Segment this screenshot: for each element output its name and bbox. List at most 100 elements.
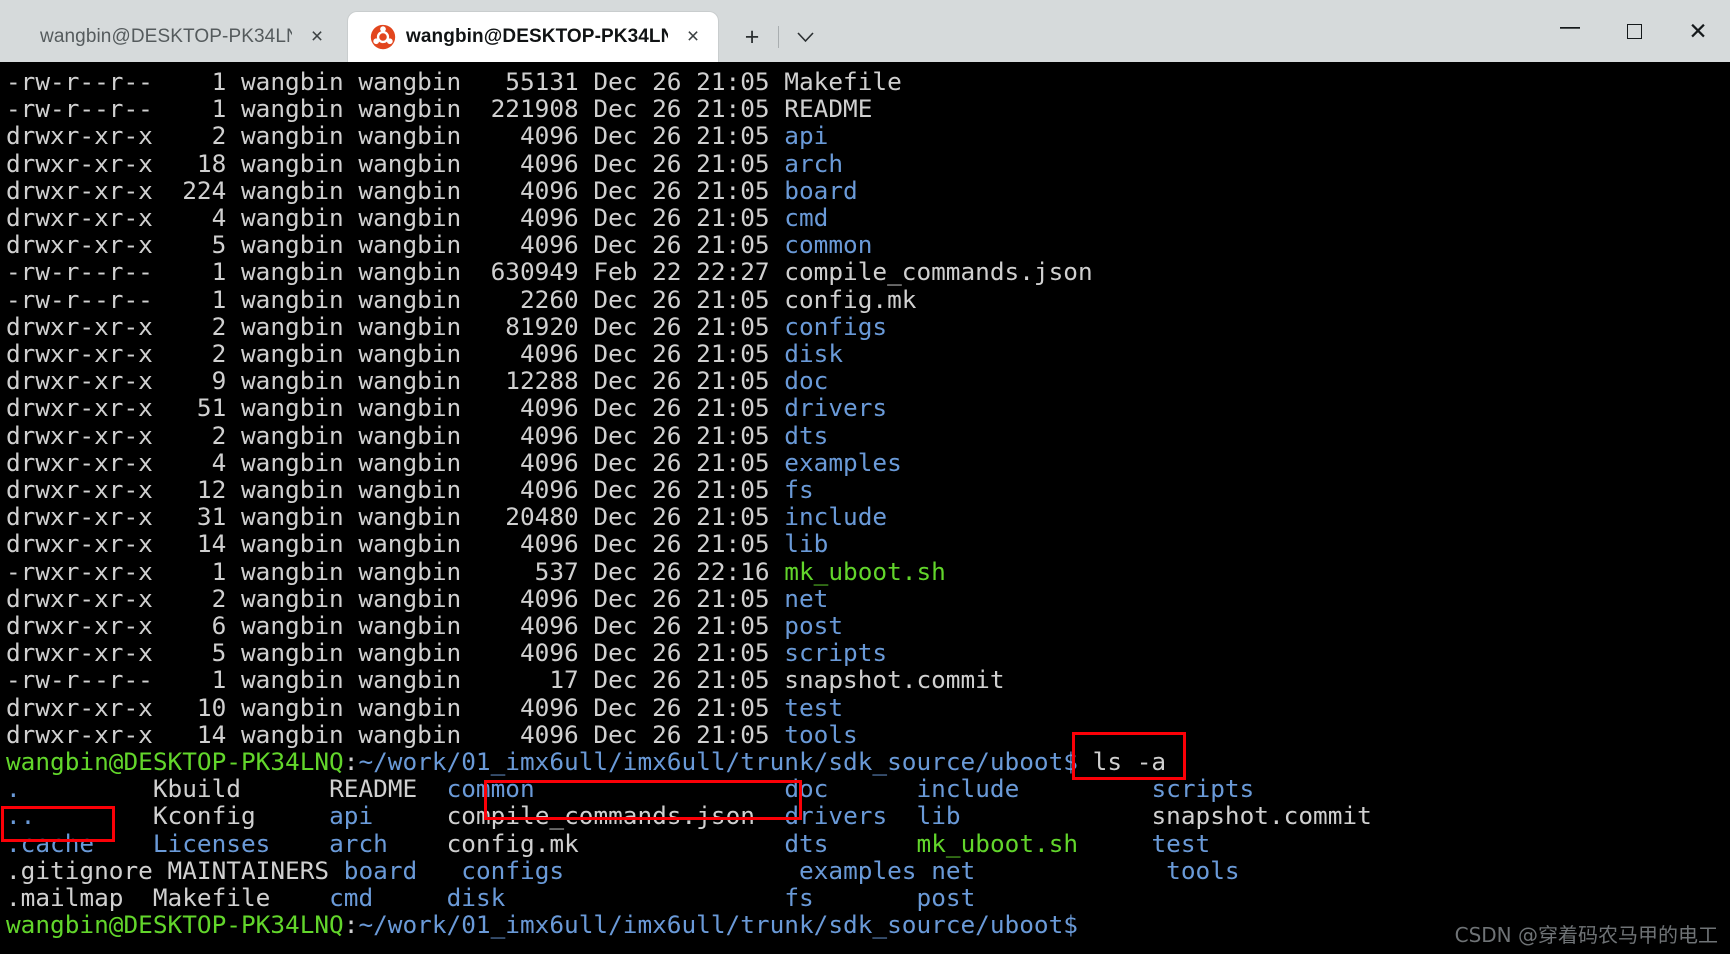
close-window-button[interactable]: ✕ [1666, 0, 1730, 62]
ls-grid-gap [975, 856, 1166, 885]
file-meta: drwxr-xr-x 10 wangbin wangbin 4096 Dec 2… [6, 692, 785, 722]
file-name: arch [784, 148, 844, 178]
file-name: drivers [784, 393, 888, 423]
ls-grid-item: Makefile [152, 883, 271, 913]
ls-grid-gap [417, 856, 461, 885]
file-name: test [784, 692, 844, 722]
ls-grid-row: .mailmap Makefile cmd disk fs post [6, 884, 1730, 911]
file-meta: drwxr-xr-x 12 wangbin wangbin 4096 Dec 2… [6, 475, 785, 505]
ls-grid-item: examples [799, 855, 917, 885]
file-listing-row: -rw-r--r-- 1 wangbin wangbin 221908 Dec … [6, 95, 1730, 122]
ls-grid-item: Kbuild [152, 774, 241, 804]
file-name: scripts [784, 638, 888, 668]
new-tab-button[interactable]: + [732, 17, 772, 57]
ls-grid-gap [975, 883, 1151, 912]
ls-grid-row: .cache Licenses arch config.mk dts mk_ub… [6, 830, 1730, 857]
file-name: disk [784, 339, 844, 369]
prompt-command: ls -a [1077, 747, 1167, 777]
tab-inactive-1[interactable]: wangbin@DESKTOP-PK34LNQ: ~, × [18, 12, 348, 62]
file-listing-row: drwxr-xr-x 14 wangbin wangbin 4096 Dec 2… [6, 530, 1730, 557]
file-name: board [784, 175, 858, 205]
file-meta: drwxr-xr-x 2 wangbin wangbin 4096 Dec 26… [6, 121, 785, 151]
ls-grid-item: doc [784, 774, 829, 804]
file-meta: drwxr-xr-x 5 wangbin wangbin 4096 Dec 26… [6, 638, 785, 668]
ls-grid-gap [417, 774, 446, 803]
ls-grid-item: arch [329, 828, 388, 858]
ls-grid-item: common [446, 774, 535, 804]
close-icon[interactable]: × [678, 22, 708, 52]
file-listing-row: drwxr-xr-x 31 wangbin wangbin 20480 Dec … [6, 503, 1730, 530]
ls-grid-gap [755, 801, 784, 830]
window-titlebar: wangbin@DESKTOP-PK34LNQ: ~, × wangbin@DE… [0, 0, 1730, 62]
minimize-button[interactable] [1538, 0, 1602, 62]
file-name: tools [784, 719, 858, 749]
ls-grid-gap [270, 829, 329, 858]
file-listing-row: drwxr-xr-x 6 wangbin wangbin 4096 Dec 26… [6, 612, 1730, 639]
ls-grid-item: disk [446, 883, 506, 913]
ls-grid-gap [373, 801, 446, 830]
ls-grid-gap [535, 774, 785, 803]
file-listing-row: drwxr-xr-x 2 wangbin wangbin 4096 Dec 26… [6, 340, 1730, 367]
file-listing-row: drwxr-xr-x 4 wangbin wangbin 4096 Dec 26… [6, 449, 1730, 476]
ls-grid-gap [1019, 774, 1151, 803]
maximize-icon [1626, 23, 1642, 39]
file-listing-row: drwxr-xr-x 4 wangbin wangbin 4096 Dec 26… [6, 204, 1730, 231]
file-name: api [784, 121, 829, 151]
file-meta: -rw-r--r-- 1 wangbin wangbin 2260 Dec 26… [6, 284, 785, 314]
terminal-output: -rw-r--r-- 1 wangbin wangbin 55131 Dec 2… [6, 68, 1730, 939]
ls-grid-gap [828, 774, 916, 803]
file-meta: drwxr-xr-x 14 wangbin wangbin 4096 Dec 2… [6, 719, 785, 749]
ls-grid-item: scripts [1151, 774, 1255, 804]
window-controls: ✕ [1538, 0, 1730, 62]
ls-grid-gap [828, 829, 916, 858]
shell-prompt-line: wangbin@DESKTOP-PK34LNQ:~/work/01_imx6ul… [6, 748, 1730, 775]
prompt-sigil: $ [1063, 747, 1078, 777]
file-listing-row: drwxr-xr-x 9 wangbin wangbin 12288 Dec 2… [6, 367, 1730, 394]
ls-grid-item: .. [6, 801, 36, 831]
file-listing-row: drwxr-xr-x 5 wangbin wangbin 4096 Dec 26… [6, 231, 1730, 258]
ls-grid-gap [564, 856, 799, 885]
chevron-down-icon[interactable] [785, 17, 825, 57]
terminal-body[interactable]: -rw-r--r-- 1 wangbin wangbin 55131 Dec 2… [0, 62, 1730, 954]
file-listing-row: -rw-r--r-- 1 wangbin wangbin 55131 Dec 2… [6, 68, 1730, 95]
ls-grid-gap [329, 856, 344, 885]
ls-grid-row: .gitignore MAINTAINERS board configs exa… [6, 857, 1730, 884]
ls-grid-gap [1152, 883, 1387, 912]
ls-grid-gap [373, 883, 446, 912]
file-listing-row: drwxr-xr-x 10 wangbin wangbin 4096 Dec 2… [6, 694, 1730, 721]
file-meta: drwxr-xr-x 9 wangbin wangbin 12288 Dec 2… [6, 366, 785, 396]
ls-grid-item: .gitignore [6, 855, 153, 885]
ls-grid-item: net [931, 855, 976, 885]
file-meta: drwxr-xr-x 2 wangbin wangbin 81920 Dec 2… [6, 311, 785, 341]
ls-grid-gap [123, 883, 152, 912]
file-listing-row: drwxr-xr-x 2 wangbin wangbin 4096 Dec 26… [6, 585, 1730, 612]
file-meta: -rw-r--r-- 1 wangbin wangbin 55131 Dec 2… [6, 67, 785, 96]
file-listing-row: -rwxr-xr-x 1 wangbin wangbin 537 Dec 26 … [6, 558, 1730, 585]
ls-grid-item: dts [784, 828, 829, 858]
file-listing-row: drwxr-xr-x 12 wangbin wangbin 4096 Dec 2… [6, 476, 1730, 503]
file-listing-row: drwxr-xr-x 224 wangbin wangbin 4096 Dec … [6, 177, 1730, 204]
file-listing-row: drwxr-xr-x 14 wangbin wangbin 4096 Dec 2… [6, 721, 1730, 748]
ls-grid-item: tools [1166, 855, 1240, 885]
file-name: compile_commands.json [784, 257, 1093, 287]
ls-grid-gap [35, 801, 152, 830]
close-icon[interactable]: × [302, 22, 332, 52]
maximize-button[interactable] [1602, 0, 1666, 62]
file-listing-row: drwxr-xr-x 5 wangbin wangbin 4096 Dec 26… [6, 639, 1730, 666]
tab-active-2[interactable]: wangbin@DESKTOP-PK34LN( × [348, 12, 718, 62]
file-name: lib [784, 529, 829, 559]
file-listing-row: drwxr-xr-x 51 wangbin wangbin 4096 Dec 2… [6, 394, 1730, 421]
ls-grid-item: MAINTAINERS [167, 855, 330, 885]
file-listing-row: -rw-r--r-- 1 wangbin wangbin 630949 Feb … [6, 258, 1730, 285]
ls-grid-gap [887, 801, 916, 830]
file-meta: drwxr-xr-x 2 wangbin wangbin 4096 Dec 26… [6, 339, 785, 369]
file-meta: -rw-r--r-- 1 wangbin wangbin 630949 Feb … [6, 257, 785, 287]
file-name: doc [784, 366, 829, 396]
ls-grid-gap [153, 856, 168, 885]
ls-grid-item: test [1151, 828, 1211, 858]
file-name: README [784, 94, 873, 124]
ls-grid-item: fs [784, 883, 814, 913]
ls-grid-gap [21, 774, 153, 803]
ls-grid-item: Kconfig [152, 801, 256, 831]
ls-grid-item: configs [461, 855, 565, 885]
